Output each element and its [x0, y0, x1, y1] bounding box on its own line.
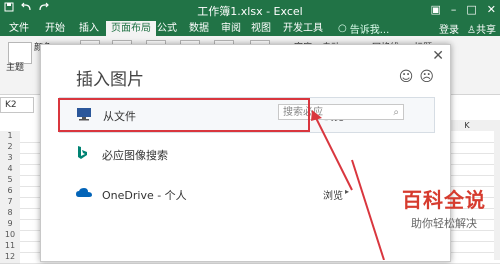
insert-picture-dialog: ✕ 插入图片 ☺ ☹ 从文件 浏览 ▸ 必应图像搜索 OneDrive - 个人…	[40, 44, 451, 262]
tab-data[interactable]: 数据	[184, 21, 214, 36]
tell-me-box[interactable]: ○ 告诉我...	[338, 21, 389, 36]
share-button[interactable]: ♙共享	[467, 21, 496, 36]
browse-link[interactable]: 浏览	[323, 187, 343, 202]
row-header[interactable]: 12	[0, 252, 20, 264]
login-link[interactable]: 登录	[439, 21, 459, 36]
tab-home[interactable]: 开始	[40, 21, 70, 36]
option-bing-search[interactable]: 必应图像搜索	[59, 137, 433, 171]
title-bar: 工作簿1.xlsx - Excel ▣ – □ ✕	[0, 0, 500, 20]
close-window-icon[interactable]: ✕	[487, 3, 496, 16]
watermark-title: 百科全说	[402, 188, 486, 212]
chevron-right-icon: ▸	[344, 187, 349, 196]
dialog-title: 插入图片	[76, 70, 144, 90]
window-controls: ▣ – □ ✕	[430, 3, 496, 16]
cloud-icon	[75, 185, 93, 204]
tab-review[interactable]: 审阅	[216, 21, 246, 36]
watermark: 百科全说 助你轻松解决	[402, 184, 486, 231]
option-label: 必应图像搜索	[102, 149, 168, 162]
account-area: 登录 ♙共享	[439, 21, 496, 36]
tab-formulas[interactable]: 公式	[152, 21, 182, 36]
tab-page-layout[interactable]: 页面布局	[106, 21, 156, 36]
frown-icon[interactable]: ☹	[419, 69, 434, 85]
minimize-icon[interactable]: –	[451, 3, 457, 16]
option-label: OneDrive - 个人	[102, 189, 187, 202]
lightbulb-icon: ○	[338, 23, 347, 34]
name-box[interactable]: K2	[0, 97, 34, 113]
bing-search-input[interactable]: 搜索必应 ⌕	[278, 104, 404, 120]
feedback-icons: ☺ ☹	[399, 69, 434, 85]
ribbon-tabs: 文件 开始 插入 页面布局 公式 数据 审阅 视图 开发工具 ○ 告诉我... …	[0, 20, 500, 36]
maximize-icon[interactable]: □	[466, 3, 476, 16]
option-onedrive[interactable]: OneDrive - 个人 浏览 ▸	[59, 177, 433, 211]
tab-insert[interactable]: 插入	[74, 21, 104, 36]
tab-developer[interactable]: 开发工具	[278, 21, 328, 36]
bing-icon	[75, 145, 89, 165]
computer-icon	[76, 106, 94, 126]
watermark-subtitle: 助你轻松解决	[411, 217, 477, 230]
tab-file[interactable]: 文件	[4, 21, 34, 36]
vertical-scrollbar[interactable]	[494, 120, 500, 260]
themes-label: 主题	[6, 63, 25, 73]
window-title: 工作簿1.xlsx - Excel	[197, 5, 303, 18]
smile-icon[interactable]: ☺	[399, 69, 414, 85]
close-icon[interactable]: ✕	[432, 48, 444, 64]
tab-view[interactable]: 视图	[246, 21, 276, 36]
search-icon[interactable]: ⌕	[393, 105, 399, 121]
ribbon-options-icon[interactable]: ▣	[430, 3, 440, 16]
person-icon: ♙	[467, 25, 476, 36]
option-label: 从文件	[103, 110, 136, 123]
